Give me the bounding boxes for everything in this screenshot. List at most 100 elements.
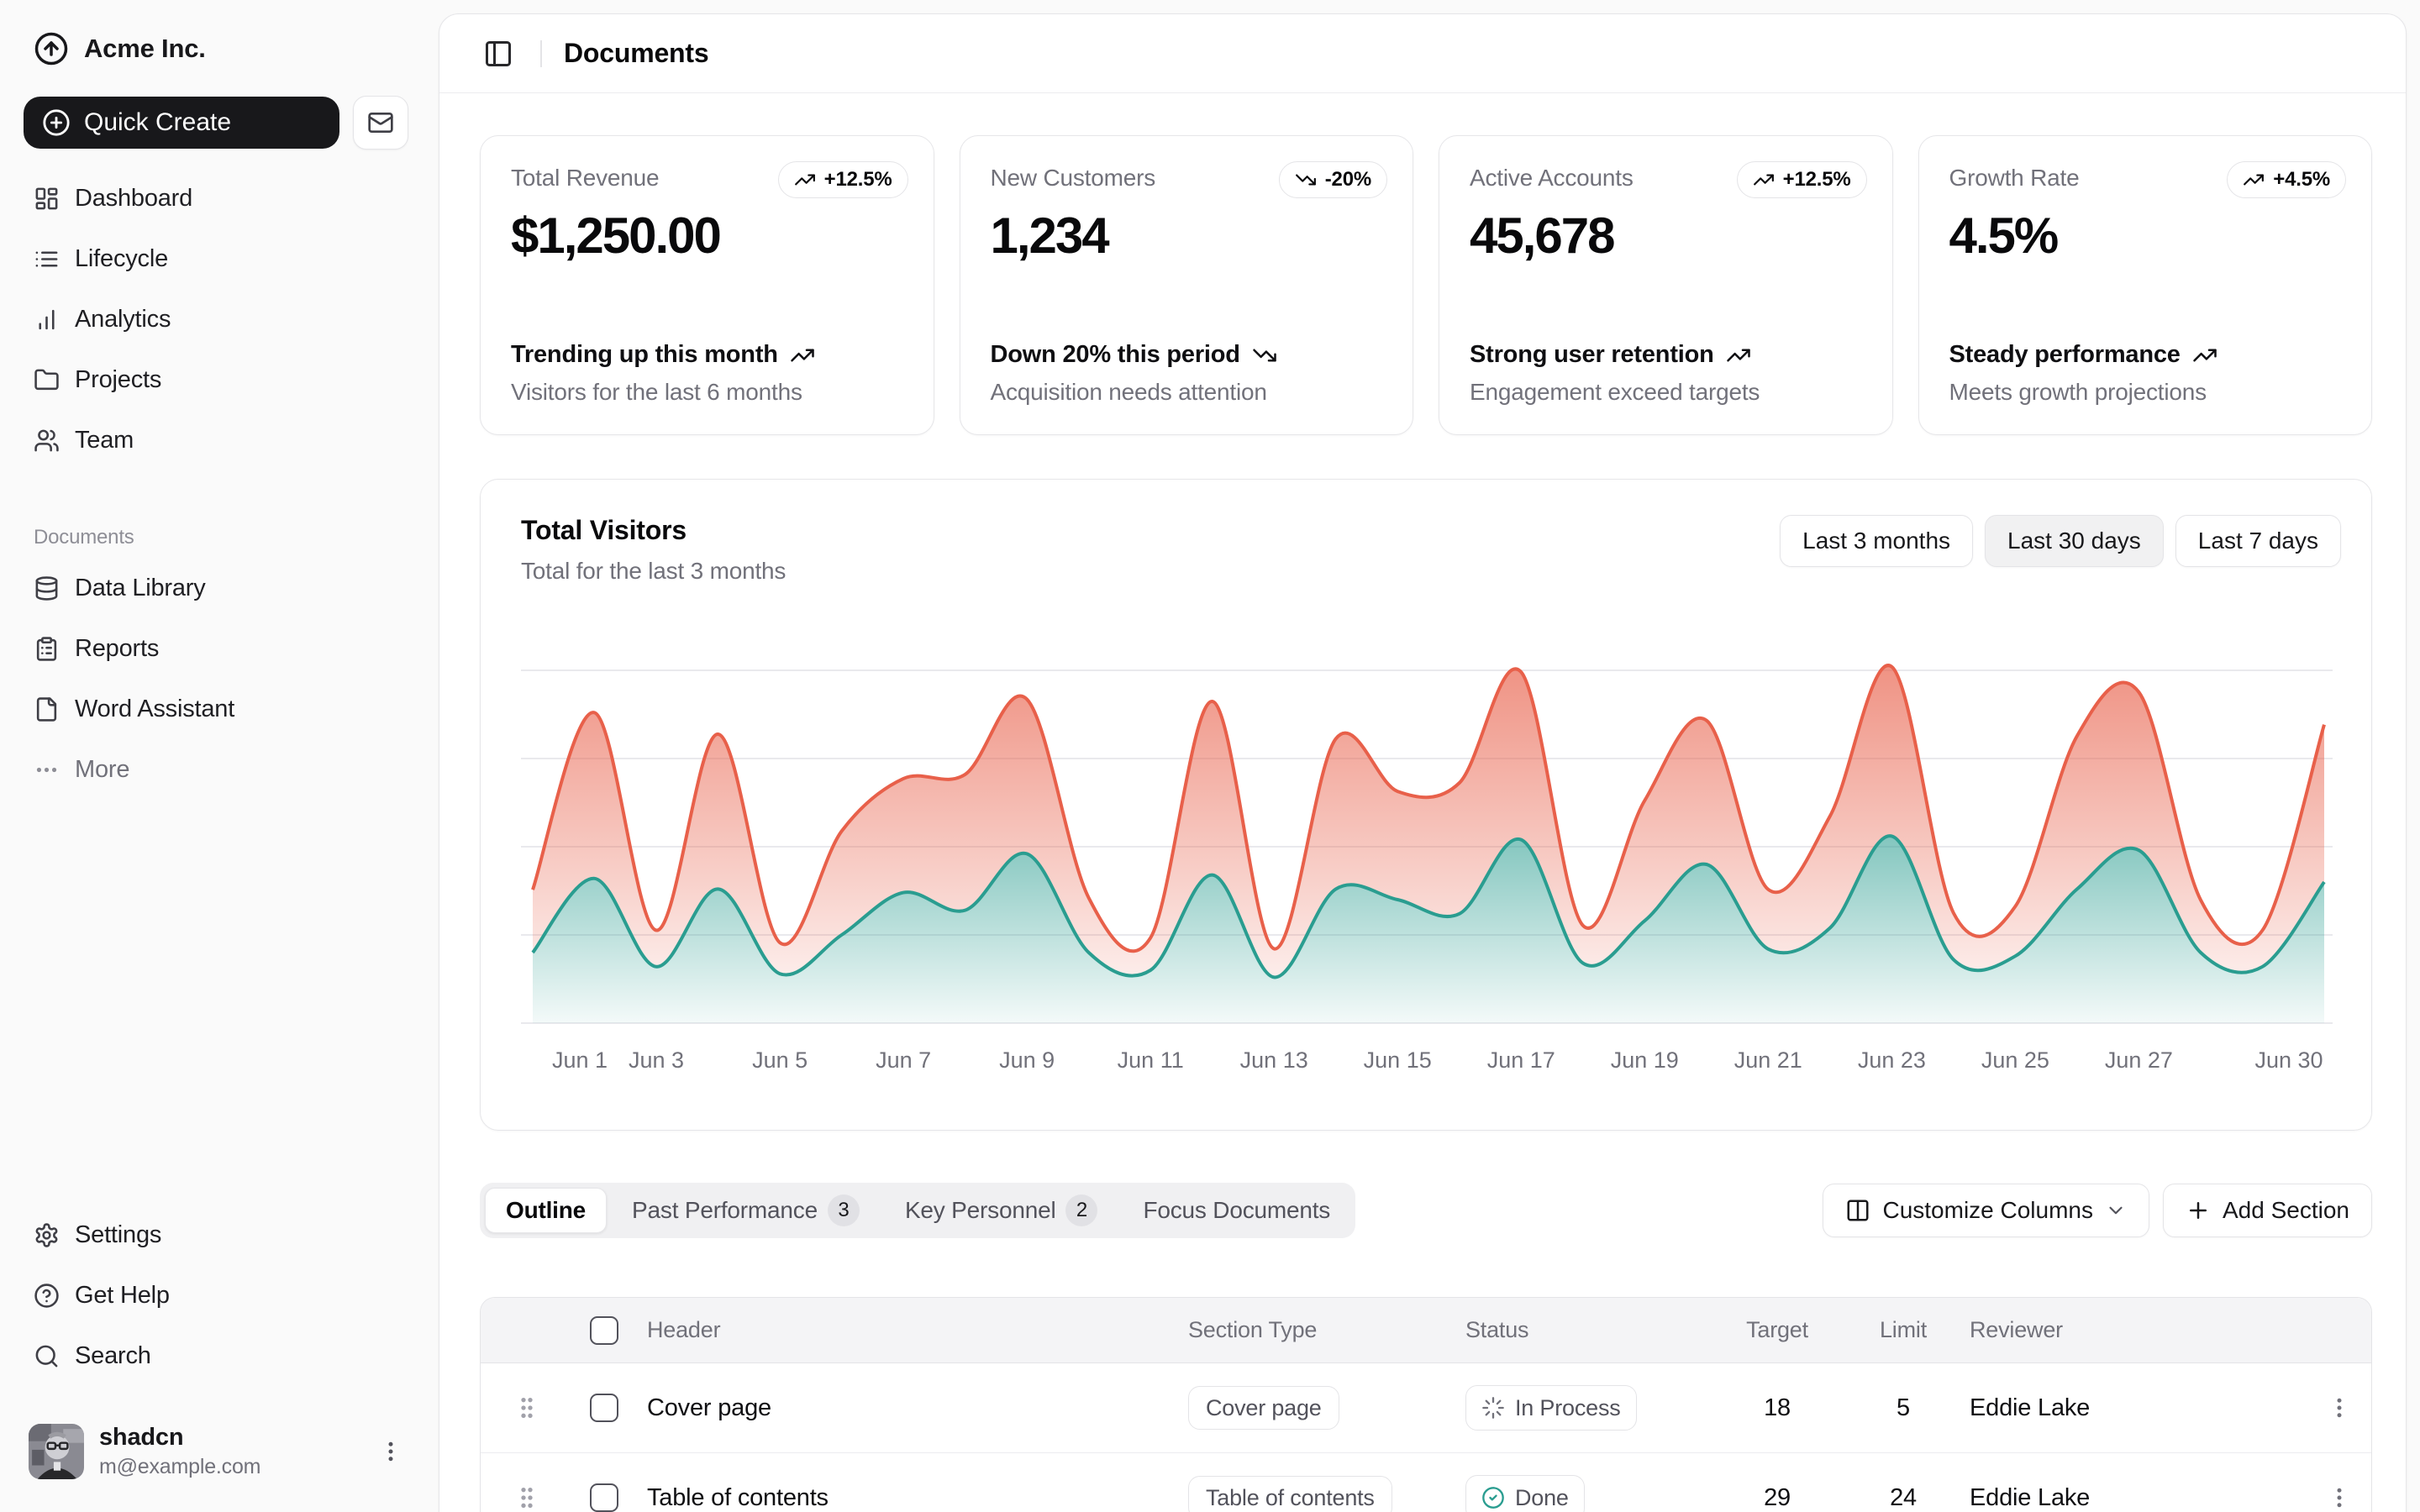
drag-handle-icon[interactable] — [513, 1394, 540, 1421]
drag-handle-icon[interactable] — [513, 1484, 540, 1511]
main-panel: Documents Total Revenue +12.5% $1,250.00… — [439, 13, 2407, 1512]
reviewer-value[interactable]: Eddie Lake — [1958, 1394, 2306, 1422]
tab-outline[interactable]: Outline — [485, 1188, 607, 1233]
sidebar-toggle-button[interactable] — [478, 34, 518, 74]
sidebar-item-search[interactable]: Search — [24, 1329, 408, 1383]
stats-grid: Total Revenue +12.5% $1,250.00 Trending … — [480, 135, 2372, 435]
sidebar-item-dashboard[interactable]: Dashboard — [24, 171, 408, 225]
tab-past-performance[interactable]: Past Performance 3 — [612, 1188, 880, 1233]
visitors-card: Total Visitors Total for the last 3 mont… — [480, 479, 2372, 1131]
sections-table: Header Section Type Status Target Limit … — [480, 1297, 2372, 1512]
trending-down-icon — [1252, 343, 1277, 368]
trend-badge-value: +4.5% — [2273, 168, 2330, 192]
tab-focus-documents[interactable]: Focus Documents — [1123, 1188, 1350, 1233]
sidebar-item-data-library[interactable]: Data Library — [24, 561, 408, 615]
tab-count-badge: 3 — [828, 1194, 860, 1226]
range-last-30-days[interactable]: Last 30 days — [1985, 515, 2164, 567]
clipboard-icon — [34, 636, 60, 662]
table-row: Cover page Cover page In Process 18 5 Ed… — [481, 1363, 2371, 1453]
add-section-button[interactable]: Add Section — [2163, 1184, 2372, 1237]
stat-value: 4.5% — [1949, 207, 2342, 265]
customize-columns-button[interactable]: Customize Columns — [1823, 1184, 2149, 1237]
customize-columns-label: Customize Columns — [1882, 1197, 2093, 1224]
sidebar-item-label: Reports — [75, 635, 159, 663]
limit-value[interactable]: 24 — [1890, 1484, 1917, 1512]
app-title: Acme Inc. — [84, 34, 206, 64]
tab-label: Outline — [506, 1197, 586, 1224]
reviewer-value[interactable]: Eddie Lake — [1958, 1484, 2306, 1512]
trend-badge-value: +12.5% — [1783, 168, 1851, 192]
column-header: Section Type — [1176, 1317, 1454, 1343]
sidebar-item-projects[interactable]: Projects — [24, 353, 408, 407]
loader-icon — [1481, 1396, 1505, 1420]
tab-key-personnel[interactable]: Key Personnel2 — [885, 1188, 1118, 1233]
limit-value[interactable]: 5 — [1897, 1394, 1910, 1422]
target-value[interactable]: 18 — [1764, 1394, 1791, 1422]
quick-create-button[interactable]: Quick Create — [24, 97, 339, 149]
tabs: Outline Past Performance 3 Key Personnel2… — [480, 1183, 1355, 1238]
sidebar-item-more[interactable]: More — [24, 743, 408, 796]
row-header[interactable]: Cover page — [635, 1394, 1176, 1422]
tab-label: Past Performance — [632, 1197, 818, 1224]
range-last-3-months[interactable]: Last 3 months — [1780, 515, 1973, 567]
stat-footer-desc: Meets growth projections — [1949, 379, 2342, 406]
ellipsis-vertical-icon[interactable] — [378, 1439, 403, 1464]
stat-value: 45,678 — [1470, 207, 1862, 265]
column-header: Target — [1746, 1317, 1808, 1343]
sidebar-item-analytics[interactable]: Analytics — [24, 292, 408, 346]
sidebar-item-get-help[interactable]: Get Help — [24, 1268, 408, 1322]
trending-up-icon — [1726, 343, 1751, 368]
sidebar-item-label: Projects — [75, 366, 161, 394]
sidebar-item-reports[interactable]: Reports — [24, 622, 408, 675]
status-label: In Process — [1515, 1395, 1621, 1421]
sidebar-item-team[interactable]: Team — [24, 413, 408, 467]
stat-card-total-revenue: Total Revenue +12.5% $1,250.00 Trending … — [480, 135, 934, 435]
sidebar-item-settings[interactable]: Settings — [24, 1208, 408, 1262]
x-axis-tick: Jun 9 — [999, 1047, 1055, 1073]
sidebar-item-lifecycle[interactable]: Lifecycle — [24, 232, 408, 286]
x-axis-tick: Jun 3 — [629, 1047, 684, 1073]
org-switcher[interactable]: Acme Inc. — [24, 22, 408, 76]
x-axis-tick: Jun 7 — [876, 1047, 931, 1073]
row-checkbox[interactable] — [590, 1394, 618, 1422]
header-separator — [540, 40, 542, 67]
visitors-area-chart: Jun 1Jun 3Jun 5Jun 7Jun 9Jun 11Jun 13Jun… — [521, 643, 2333, 1080]
x-axis-tick: Jun 19 — [1611, 1047, 1679, 1073]
x-axis-tick: Jun 21 — [1734, 1047, 1802, 1073]
trend-badge: -20% — [1279, 161, 1387, 198]
column-header: Status — [1454, 1317, 1706, 1343]
x-axis-tick: Jun 17 — [1487, 1047, 1555, 1073]
target-value[interactable]: 29 — [1764, 1484, 1791, 1512]
x-axis-tick: Jun 30 — [2254, 1047, 2323, 1073]
trending-down-icon — [1295, 169, 1317, 191]
sidebar-item-word-assistant[interactable]: Word Assistant — [24, 682, 408, 736]
row-menu-icon[interactable] — [2327, 1485, 2352, 1510]
select-all-checkbox[interactable] — [590, 1316, 618, 1345]
sidebar-item-label: Data Library — [75, 575, 206, 602]
sidebar-item-label: Lifecycle — [75, 245, 168, 273]
documents-nav: Data Library Reports Word Assistant More — [24, 561, 408, 796]
sidebar-item-label: Word Assistant — [75, 696, 234, 723]
trending-up-icon — [1753, 169, 1775, 191]
inbox-button[interactable] — [353, 96, 408, 150]
sidebar-item-label: Analytics — [75, 306, 171, 333]
stat-value: 1,234 — [991, 207, 1383, 265]
trend-badge-value: -20% — [1325, 168, 1371, 192]
row-checkbox[interactable] — [590, 1483, 618, 1512]
x-axis-tick: Jun 11 — [1118, 1047, 1184, 1073]
table-toolbar: Outline Past Performance 3 Key Personnel2… — [480, 1183, 2372, 1238]
row-menu-icon[interactable] — [2327, 1395, 2352, 1420]
trend-badge: +12.5% — [778, 161, 908, 198]
panel-left-icon — [483, 39, 513, 69]
stat-footer-desc: Engagement exceed targets — [1470, 379, 1862, 406]
range-last-7-days[interactable]: Last 7 days — [2175, 515, 2341, 567]
columns-icon — [1845, 1198, 1870, 1223]
avatar — [29, 1424, 84, 1479]
row-header[interactable]: Table of contents — [635, 1484, 1176, 1512]
user-menu[interactable]: shadcn m@example.com — [24, 1420, 408, 1483]
x-axis-tick: Jun 15 — [1364, 1047, 1432, 1073]
trending-up-icon — [790, 343, 815, 368]
x-axis-tick: Jun 13 — [1240, 1047, 1308, 1073]
add-section-label: Add Section — [2223, 1197, 2349, 1224]
table-header-row: Header Section Type Status Target Limit … — [481, 1298, 2371, 1363]
